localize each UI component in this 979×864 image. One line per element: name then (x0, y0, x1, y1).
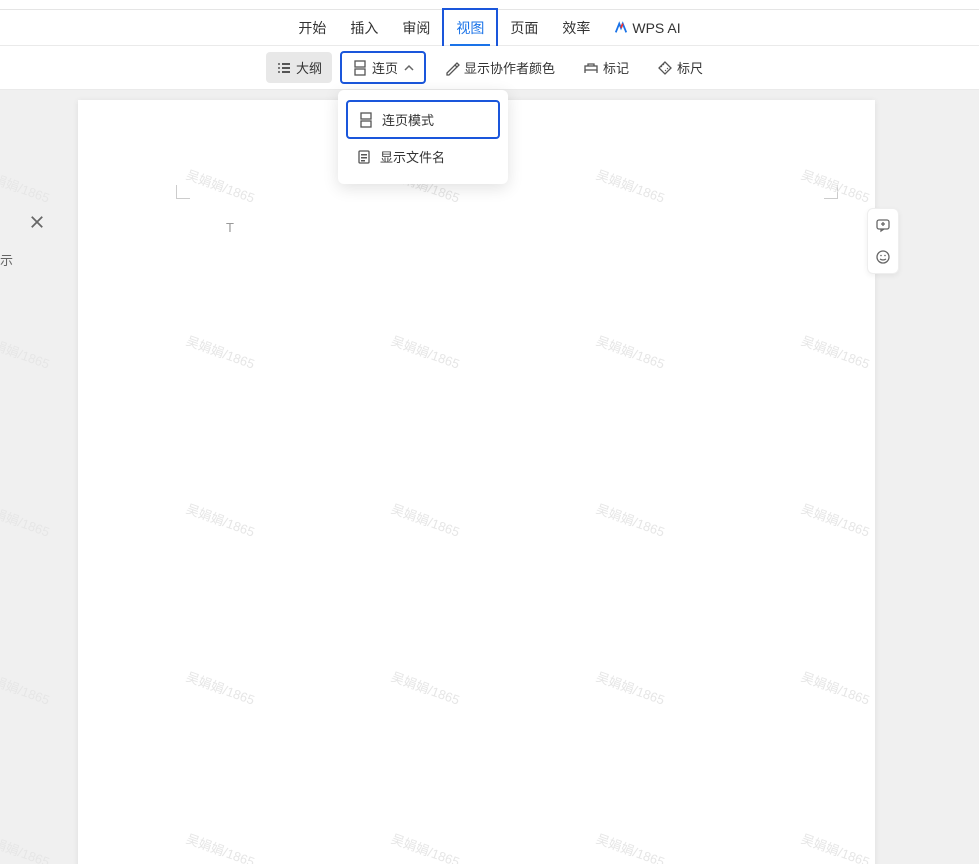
wps-ai-logo-icon (614, 21, 628, 35)
margin-mark-right (824, 185, 838, 199)
mark-button[interactable]: 标记 (573, 52, 639, 83)
add-comment-button[interactable] (868, 209, 898, 241)
ruler-icon (657, 60, 673, 76)
wps-ai-label: WPS AI (632, 20, 680, 36)
continuous-mode-option[interactable]: 连页模式 (346, 100, 500, 139)
menubar: 开始 插入 审阅 视图 页面 效率 WPS AI (0, 10, 979, 46)
watermark: 吴娟娟/1865 (0, 498, 53, 540)
pencil-icon (444, 60, 460, 76)
toolbar: 大纲 连页 显示协作者颜色 标记 标尺 (0, 46, 979, 90)
menu-view[interactable]: 视图 (442, 8, 498, 48)
continuous-label: 连页 (372, 58, 398, 77)
margin-mark-left (176, 185, 190, 199)
menu-start[interactable]: 开始 (286, 10, 338, 46)
file-icon (356, 149, 372, 165)
watermark: 吴娟娟/1865 (0, 164, 53, 206)
outline-icon (276, 60, 292, 76)
outline-button[interactable]: 大纲 (266, 52, 332, 83)
emoji-button[interactable] (868, 241, 898, 273)
show-author-color-label: 显示协作者颜色 (464, 58, 555, 77)
ruler-label: 标尺 (677, 58, 703, 77)
menu-insert[interactable]: 插入 (338, 10, 390, 46)
continuous-page-button[interactable]: 连页 (340, 51, 426, 84)
floating-toolbar (867, 208, 899, 274)
continuous-mode-label: 连页模式 (382, 110, 434, 129)
ruler-button[interactable]: 标尺 (647, 52, 713, 83)
chevron-up-icon (404, 63, 414, 73)
workspace: 示 T 吴娟娟/1865 吴娟娟/1865 吴娟娟/1865 吴娟娟/1865 … (0, 90, 979, 864)
menu-review[interactable]: 审阅 (390, 10, 442, 46)
watermark: 吴娟娟/1865 (0, 330, 53, 372)
side-label: 示 (0, 250, 13, 269)
menu-efficiency[interactable]: 效率 (550, 10, 602, 46)
watermark: 吴娟娟/1865 (0, 828, 53, 864)
continuous-dropdown: 连页模式 显示文件名 (338, 90, 508, 184)
text-cursor: T (226, 220, 234, 235)
mark-label: 标记 (603, 58, 629, 77)
outline-label: 大纲 (296, 58, 322, 77)
flag-icon (583, 60, 599, 76)
show-author-color-button[interactable]: 显示协作者颜色 (434, 52, 565, 83)
menu-page[interactable]: 页面 (498, 10, 550, 46)
page-split-icon (358, 112, 374, 128)
watermark: 吴娟娟/1865 (0, 666, 53, 708)
page-split-icon (352, 60, 368, 76)
menu-wps-ai[interactable]: WPS AI (602, 12, 692, 44)
close-icon[interactable] (30, 215, 44, 229)
show-filename-label: 显示文件名 (380, 147, 445, 166)
show-filename-option[interactable]: 显示文件名 (346, 139, 500, 174)
document-page[interactable]: T (78, 100, 875, 864)
